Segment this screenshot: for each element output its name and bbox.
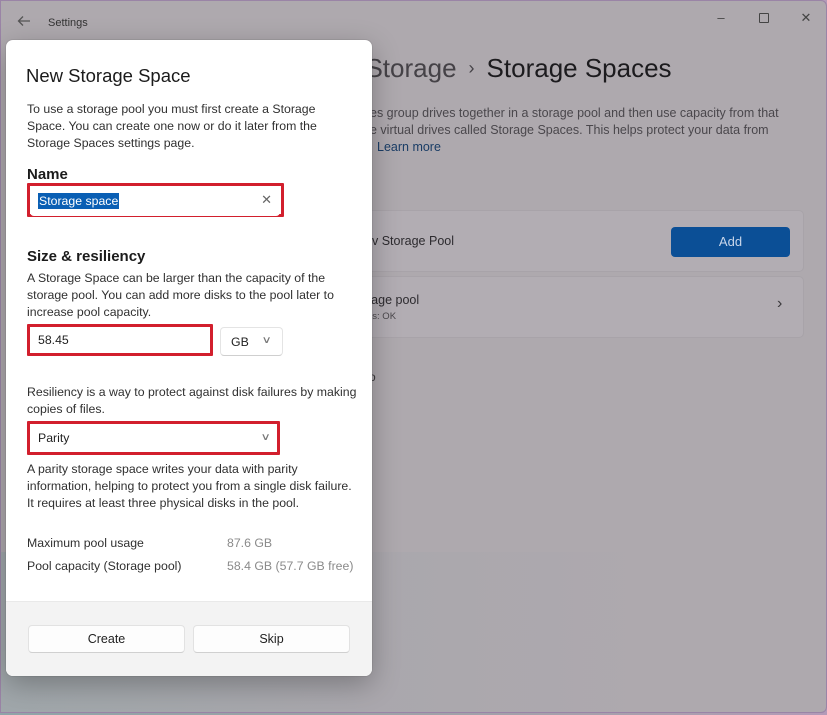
dialog-body: New Storage Space To use a storage pool … <box>6 40 372 601</box>
maximize-icon <box>759 12 769 23</box>
arrow-left-icon <box>17 16 30 26</box>
back-button[interactable] <box>15 14 33 32</box>
chevron-right-icon: › <box>468 58 475 78</box>
add-pool-button[interactable]: Add <box>671 227 790 257</box>
resiliency-help: A parity storage space writes your data … <box>27 462 352 510</box>
app-title: Settings <box>48 17 88 29</box>
resiliency-description: Resiliency is a way to protect against d… <box>27 385 357 416</box>
add-storage-pool-label: v Storage Pool <box>372 234 454 248</box>
dialog-intro: To use a storage pool you must first cre… <box>27 102 317 150</box>
storage-pool-card[interactable]: rage pool us: OK › <box>311 276 804 338</box>
minimize-button[interactable]: – <box>701 7 741 29</box>
chevron-down-icon: ∨ <box>260 432 271 443</box>
size-input[interactable]: 58.45 <box>30 327 209 353</box>
resiliency-selected: Parity <box>38 431 70 445</box>
title-bar: Settings – ✕ <box>1 1 826 45</box>
chevron-right-icon: › <box>777 295 783 312</box>
size-resiliency-label: Size & resiliency <box>27 248 146 265</box>
skip-button[interactable]: Skip <box>193 625 350 653</box>
add-storage-pool-card: v Storage Pool Add <box>311 210 804 272</box>
unit-selected: GB <box>231 335 249 349</box>
close-icon: ✕ <box>800 10 812 25</box>
max-pool-usage-label: Maximum pool usage <box>27 536 144 550</box>
minimize-icon: – <box>717 10 725 25</box>
pool-capacity-label: Pool capacity (Storage pool) <box>27 559 182 573</box>
learn-more-link[interactable]: Learn more <box>377 140 441 154</box>
create-button[interactable]: Create <box>28 625 185 653</box>
size-description: A Storage Space can be larger than the c… <box>27 271 334 319</box>
page-title: Storage Spaces <box>486 53 672 83</box>
new-storage-space-dialog: New Storage Space To use a storage pool … <box>6 40 372 676</box>
name-input[interactable]: Storage space ✕ <box>30 186 280 216</box>
dialog-footer: Create Skip <box>6 601 372 676</box>
size-input-value: 58.45 <box>38 333 69 347</box>
name-label: Name <box>27 166 68 183</box>
close-button[interactable]: ✕ <box>786 7 826 29</box>
resiliency-dropdown[interactable]: Parity ∨ <box>30 424 277 452</box>
name-input-value: Storage space <box>38 193 120 209</box>
pool-capacity-value: 58.4 GB (57.7 GB free) <box>227 559 354 573</box>
max-pool-usage-value: 87.6 GB <box>227 536 273 550</box>
breadcrumb: n›Storage›Storage Spaces <box>321 53 672 84</box>
chevron-down-icon: ∨ <box>261 335 272 346</box>
clear-icon[interactable]: ✕ <box>261 192 272 208</box>
unit-dropdown[interactable]: GB ∨ <box>220 327 283 356</box>
pool-name: rage pool <box>367 293 420 307</box>
maximize-button[interactable] <box>744 7 784 29</box>
dialog-title: New Storage Space <box>26 65 191 86</box>
breadcrumb-item-storage[interactable]: Storage <box>365 53 456 83</box>
